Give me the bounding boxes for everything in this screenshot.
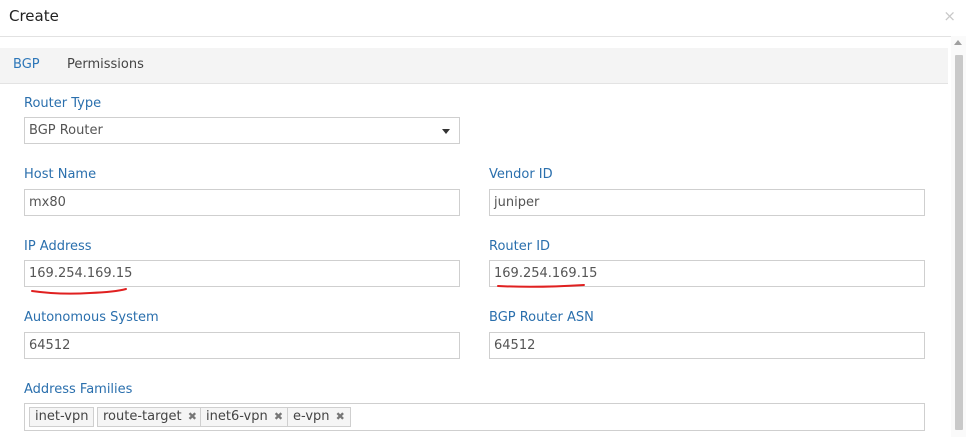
- bgp-router-asn-input[interactable]: 64512: [489, 332, 925, 359]
- tag-label: inet-vpn: [35, 409, 89, 424]
- ip-address-label: IP Address: [24, 239, 92, 254]
- router-type-value: BGP Router: [29, 123, 103, 138]
- bgp-router-asn-label: BGP Router ASN: [489, 310, 594, 325]
- tag-label: route-target: [103, 409, 182, 424]
- tab-bar: BGP Permissions: [0, 48, 948, 84]
- remove-tag-icon[interactable]: ✖: [274, 410, 283, 423]
- tab-bgp[interactable]: BGP: [13, 57, 40, 72]
- address-family-tag[interactable]: route-target ✖: [97, 407, 203, 427]
- scroll-up-arrow-icon[interactable]: [954, 40, 962, 45]
- router-id-label: Router ID: [489, 239, 551, 254]
- address-family-tag[interactable]: inet6-vpn ✖: [200, 407, 290, 427]
- address-family-tag[interactable]: inet-vpn: [29, 407, 95, 427]
- tag-label: inet6-vpn: [206, 409, 268, 424]
- scrollbar-thumb[interactable]: [955, 55, 963, 430]
- host-name-label: Host Name: [24, 167, 97, 182]
- remove-tag-icon[interactable]: ✖: [188, 410, 197, 423]
- dropdown-arrow-icon: [442, 129, 450, 134]
- dialog-title: Create: [9, 7, 59, 25]
- autonomous-system-label: Autonomous System: [24, 310, 159, 325]
- autonomous-system-input[interactable]: 64512: [24, 332, 460, 359]
- tab-permissions[interactable]: Permissions: [67, 57, 144, 72]
- ip-address-input[interactable]: 169.254.169.15: [24, 260, 460, 287]
- router-type-select[interactable]: BGP Router: [24, 117, 460, 144]
- host-name-input[interactable]: mx80: [24, 189, 460, 216]
- vendor-id-label: Vendor ID: [489, 167, 553, 182]
- ip-address-annotation-underline: [31, 288, 127, 295]
- router-id-annotation-underline: [497, 284, 585, 288]
- vendor-id-input[interactable]: juniper: [489, 189, 925, 216]
- remove-tag-icon[interactable]: ✖: [336, 410, 345, 423]
- address-families-label: Address Families: [24, 382, 133, 397]
- dialog-header: Create ×: [0, 0, 966, 37]
- close-icon[interactable]: ×: [943, 7, 956, 25]
- address-family-tag[interactable]: e-vpn ✖: [287, 407, 351, 427]
- tag-label: e-vpn: [293, 409, 330, 424]
- router-type-label: Router Type: [24, 96, 102, 111]
